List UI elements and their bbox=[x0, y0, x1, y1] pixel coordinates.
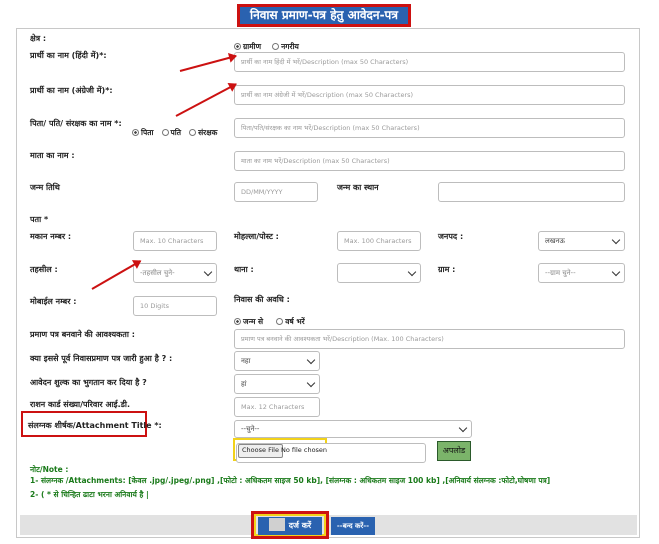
area-option-urban: नगरीय bbox=[281, 42, 299, 51]
name-hindi-label: प्रार्थी का नाम (हिंदी में)*: bbox=[30, 51, 107, 60]
fee-paid-value: हां bbox=[241, 380, 247, 388]
guardian-radio-group: पिता पति संरक्षक bbox=[132, 120, 217, 139]
attachment-title-value: --चुने-- bbox=[241, 425, 260, 433]
police-select[interactable] bbox=[337, 263, 421, 283]
residence-radio-years[interactable] bbox=[276, 318, 284, 325]
button-icon bbox=[268, 518, 285, 531]
locality-input[interactable]: Max. 100 Characters bbox=[337, 231, 421, 251]
prior-cert-value: नहा bbox=[241, 357, 251, 365]
guardian-label: पिता/ पति/ संरक्षक का नाम *: bbox=[30, 119, 122, 128]
mobile-input[interactable]: 10 Digits bbox=[133, 296, 217, 316]
house-label: मकान नम्बर : bbox=[30, 232, 72, 241]
mobile-label: मोबाईल नम्बर : bbox=[30, 297, 77, 306]
district-label: जनपद : bbox=[438, 232, 464, 241]
note-line-2: 2- ( * से चिन्हित ढाटा भरना अनिवार्य है … bbox=[30, 490, 149, 499]
tehsil-value: -तहसील चुने- bbox=[140, 269, 175, 277]
guardian-radio-father[interactable] bbox=[132, 129, 139, 136]
village-value: --ग्राम चुने-- bbox=[545, 269, 576, 277]
guardian-radio-husband[interactable] bbox=[161, 129, 169, 136]
guardian-option-husband: पति bbox=[170, 128, 181, 137]
tehsil-select[interactable]: -तहसील चुने- bbox=[133, 263, 217, 283]
area-radio-group: ग्रामीण नगरीय bbox=[234, 34, 299, 53]
guardian-name-input[interactable]: पिता/पति/संरक्षक का नाम भरें/Description… bbox=[234, 118, 625, 138]
file-status: No file chosen bbox=[281, 446, 328, 454]
residence-radio-from-birth[interactable] bbox=[234, 318, 241, 325]
chevron-down-icon bbox=[611, 235, 621, 245]
prior-cert-label: क्या इससे पूर्व निवासप्रमाण पत्र जारी हु… bbox=[30, 354, 173, 363]
mother-label: माता का नाम : bbox=[30, 151, 75, 160]
mother-name-input[interactable]: माता का नाम भरें/Description (max 50 Cha… bbox=[234, 151, 625, 171]
submit-label: दर्ज करें bbox=[288, 521, 312, 530]
fee-paid-label: आवेदन शुल्क का भुगतान कर दिया है ? bbox=[30, 378, 147, 387]
area-label: क्षेत्र : bbox=[30, 34, 47, 43]
residence-radio-group: जन्म से वर्ष भरें bbox=[234, 309, 305, 328]
chevron-down-icon bbox=[306, 378, 316, 388]
address-label: पता * bbox=[30, 215, 49, 224]
name-hindi-input[interactable]: प्रार्थी का नाम हिंदी में भरें/Descripti… bbox=[234, 52, 625, 72]
purpose-input[interactable]: प्रमाण पत्र बनवाने की आवश्यकता भरें/Desc… bbox=[234, 329, 625, 349]
ration-input[interactable]: Max. 12 Characters bbox=[234, 397, 320, 417]
attachment-title-select[interactable]: --चुने-- bbox=[234, 420, 472, 438]
guardian-radio-custodian[interactable] bbox=[189, 129, 197, 136]
village-label: ग्राम : bbox=[438, 265, 456, 274]
district-value: लखनऊ bbox=[545, 237, 565, 245]
area-radio-rural[interactable] bbox=[234, 43, 241, 50]
purpose-label: प्रमाण पत्र बनवाने की आवश्यकता : bbox=[30, 330, 135, 339]
village-select[interactable]: --ग्राम चुने-- bbox=[538, 263, 625, 283]
tehsil-label: तहसील : bbox=[30, 265, 58, 274]
residence-option-from-birth: जन्म से bbox=[243, 317, 264, 326]
house-input[interactable]: Max. 10 Characters bbox=[133, 231, 217, 251]
ration-label: राशन कार्ड संख्या/परिवार आई.डी. bbox=[30, 400, 131, 409]
district-select[interactable]: लखनऊ bbox=[538, 231, 625, 251]
submit-button[interactable]: दर्ज करें bbox=[258, 517, 322, 535]
police-label: थाना : bbox=[234, 265, 254, 274]
prior-cert-select[interactable]: नहा bbox=[234, 351, 320, 371]
chevron-down-icon bbox=[306, 355, 316, 365]
close-button[interactable]: --बन्द करें-- bbox=[331, 517, 375, 535]
residence-option-years: वर्ष भरें bbox=[285, 317, 305, 326]
chevron-down-icon bbox=[203, 267, 213, 277]
name-english-label: प्रार्थी का नाम (अंग्रेजी में)*: bbox=[30, 86, 113, 95]
guardian-option-custodian: संरक्षक bbox=[198, 128, 218, 137]
locality-label: मोहल्ला/पोस्ट : bbox=[234, 232, 279, 241]
choose-file-button[interactable]: Choose File bbox=[238, 444, 283, 458]
dob-input[interactable]: DD/MM/YYYY bbox=[234, 182, 318, 202]
attachment-label: संलग्नक शीर्षक/Attachment Title *: bbox=[28, 421, 162, 430]
guardian-option-father: पिता bbox=[141, 128, 154, 137]
page-title: निवास प्रमाण-पत्र हेतु आवेदन-पत्र bbox=[237, 4, 411, 27]
fee-paid-select[interactable]: हां bbox=[234, 374, 320, 394]
area-option-rural: ग्रामीण bbox=[243, 42, 262, 51]
upload-button[interactable]: अपलोड bbox=[437, 441, 471, 461]
name-english-input[interactable]: प्रार्थी का नाम अंग्रेजी में भरें/Descri… bbox=[234, 85, 625, 105]
birthplace-label: जन्म का स्थान bbox=[337, 183, 379, 192]
dob-label: जन्म तिथि bbox=[30, 183, 60, 192]
area-radio-urban[interactable] bbox=[272, 43, 280, 50]
note-heading: नोट/Note : bbox=[30, 465, 69, 474]
birthplace-input[interactable] bbox=[438, 182, 625, 202]
residence-label: निवास की अवधि : bbox=[234, 295, 290, 304]
chevron-down-icon bbox=[407, 267, 417, 277]
chevron-down-icon bbox=[611, 267, 621, 277]
note-line-1: 1- संलग्नक /Attachments: [केवल .jpg/.jpe… bbox=[30, 476, 551, 485]
chevron-down-icon bbox=[458, 423, 468, 433]
